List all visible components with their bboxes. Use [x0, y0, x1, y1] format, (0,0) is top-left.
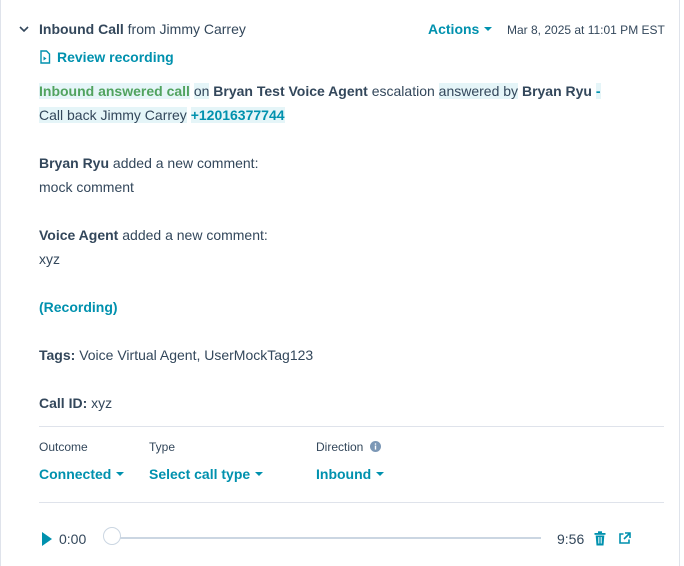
- call-title: Inbound Call from Jimmy Carrey: [39, 20, 246, 38]
- caret-down-icon: [255, 472, 264, 477]
- caret-down-icon: [484, 27, 493, 32]
- call-timestamp: Mar 8, 2025 at 11:01 PM EST: [507, 23, 665, 37]
- direction-value: Inbound: [316, 466, 372, 482]
- outcome-value: Connected: [39, 466, 112, 482]
- comment-author: Voice Agent: [39, 227, 119, 243]
- caret-down-icon: [116, 472, 125, 477]
- summary-answered-by: answered by: [438, 83, 519, 99]
- call-state: Inbound answered call: [39, 83, 190, 99]
- tags-value: Voice Virtual Agent, UserMockTag123: [79, 347, 314, 363]
- type-value: Select call type: [149, 466, 251, 482]
- call-engagement-card: Inbound Call from Jimmy Carrey Actions M…: [0, 0, 680, 566]
- player-duration: 9:56: [557, 531, 585, 547]
- call-title-type: Inbound Call: [39, 21, 124, 37]
- review-recording-link[interactable]: Review recording: [39, 48, 174, 66]
- comment-text: mock comment: [39, 179, 134, 195]
- comment-action: added a new comment:: [112, 155, 259, 171]
- divider: [39, 426, 664, 427]
- type-label: Type: [149, 440, 176, 454]
- type-dropdown[interactable]: Select call type: [149, 465, 264, 483]
- player-progress-track[interactable]: [112, 537, 541, 539]
- collapse-chevron-icon[interactable]: [17, 22, 31, 36]
- recording-link[interactable]: (Recording): [39, 298, 118, 316]
- comment-action: added a new comment:: [122, 227, 268, 243]
- comment-header: Voice Agent added a new comment:: [39, 226, 268, 244]
- call-id-value: xyz: [91, 395, 113, 411]
- actions-dropdown[interactable]: Actions: [428, 20, 493, 38]
- comment-text: xyz: [39, 251, 60, 267]
- player-current-time: 0:00: [59, 531, 87, 547]
- summary-dash: -: [595, 83, 601, 99]
- player-scrub-handle[interactable]: [103, 527, 121, 545]
- review-recording-label: Review recording: [57, 49, 174, 65]
- call-id-row: Call ID: xyz: [39, 394, 112, 412]
- direction-label: Direction: [316, 440, 381, 454]
- answerer-name: Bryan Ryu: [521, 83, 592, 99]
- call-title-from: from Jimmy Carrey: [127, 21, 246, 37]
- direction-dropdown[interactable]: Inbound: [316, 465, 385, 483]
- tags-row: Tags: Voice Virtual Agent, UserMockTag12…: [39, 346, 313, 364]
- document-icon: [39, 50, 51, 64]
- info-icon[interactable]: [369, 441, 381, 452]
- caller-phone-link[interactable]: +12016377744: [190, 107, 285, 123]
- direction-label-text: Direction: [316, 440, 364, 454]
- call-summary-line2: Call back Jimmy Carrey +12016377744: [39, 106, 285, 124]
- comment-header: Bryan Ryu added a new comment:: [39, 154, 258, 172]
- summary-escalation: escalation: [371, 83, 435, 99]
- external-link-icon[interactable]: [618, 532, 631, 545]
- comment-author: Bryan Ryu: [39, 155, 110, 171]
- play-icon[interactable]: [41, 531, 53, 547]
- voice-agent-name: Bryan Test Voice Agent: [213, 83, 368, 99]
- trash-icon[interactable]: [594, 531, 606, 546]
- caret-down-icon: [376, 472, 385, 477]
- actions-label: Actions: [428, 21, 480, 37]
- call-summary-line1: Inbound answered call on Bryan Test Voic…: [39, 82, 601, 100]
- call-id-label: Call ID:: [39, 395, 88, 411]
- divider: [39, 502, 664, 503]
- outcome-dropdown[interactable]: Connected: [39, 465, 125, 483]
- tags-label: Tags:: [39, 347, 76, 363]
- callback-text: Call back Jimmy Carrey: [39, 107, 187, 123]
- summary-on: on: [193, 83, 210, 99]
- outcome-label: Outcome: [39, 440, 88, 454]
